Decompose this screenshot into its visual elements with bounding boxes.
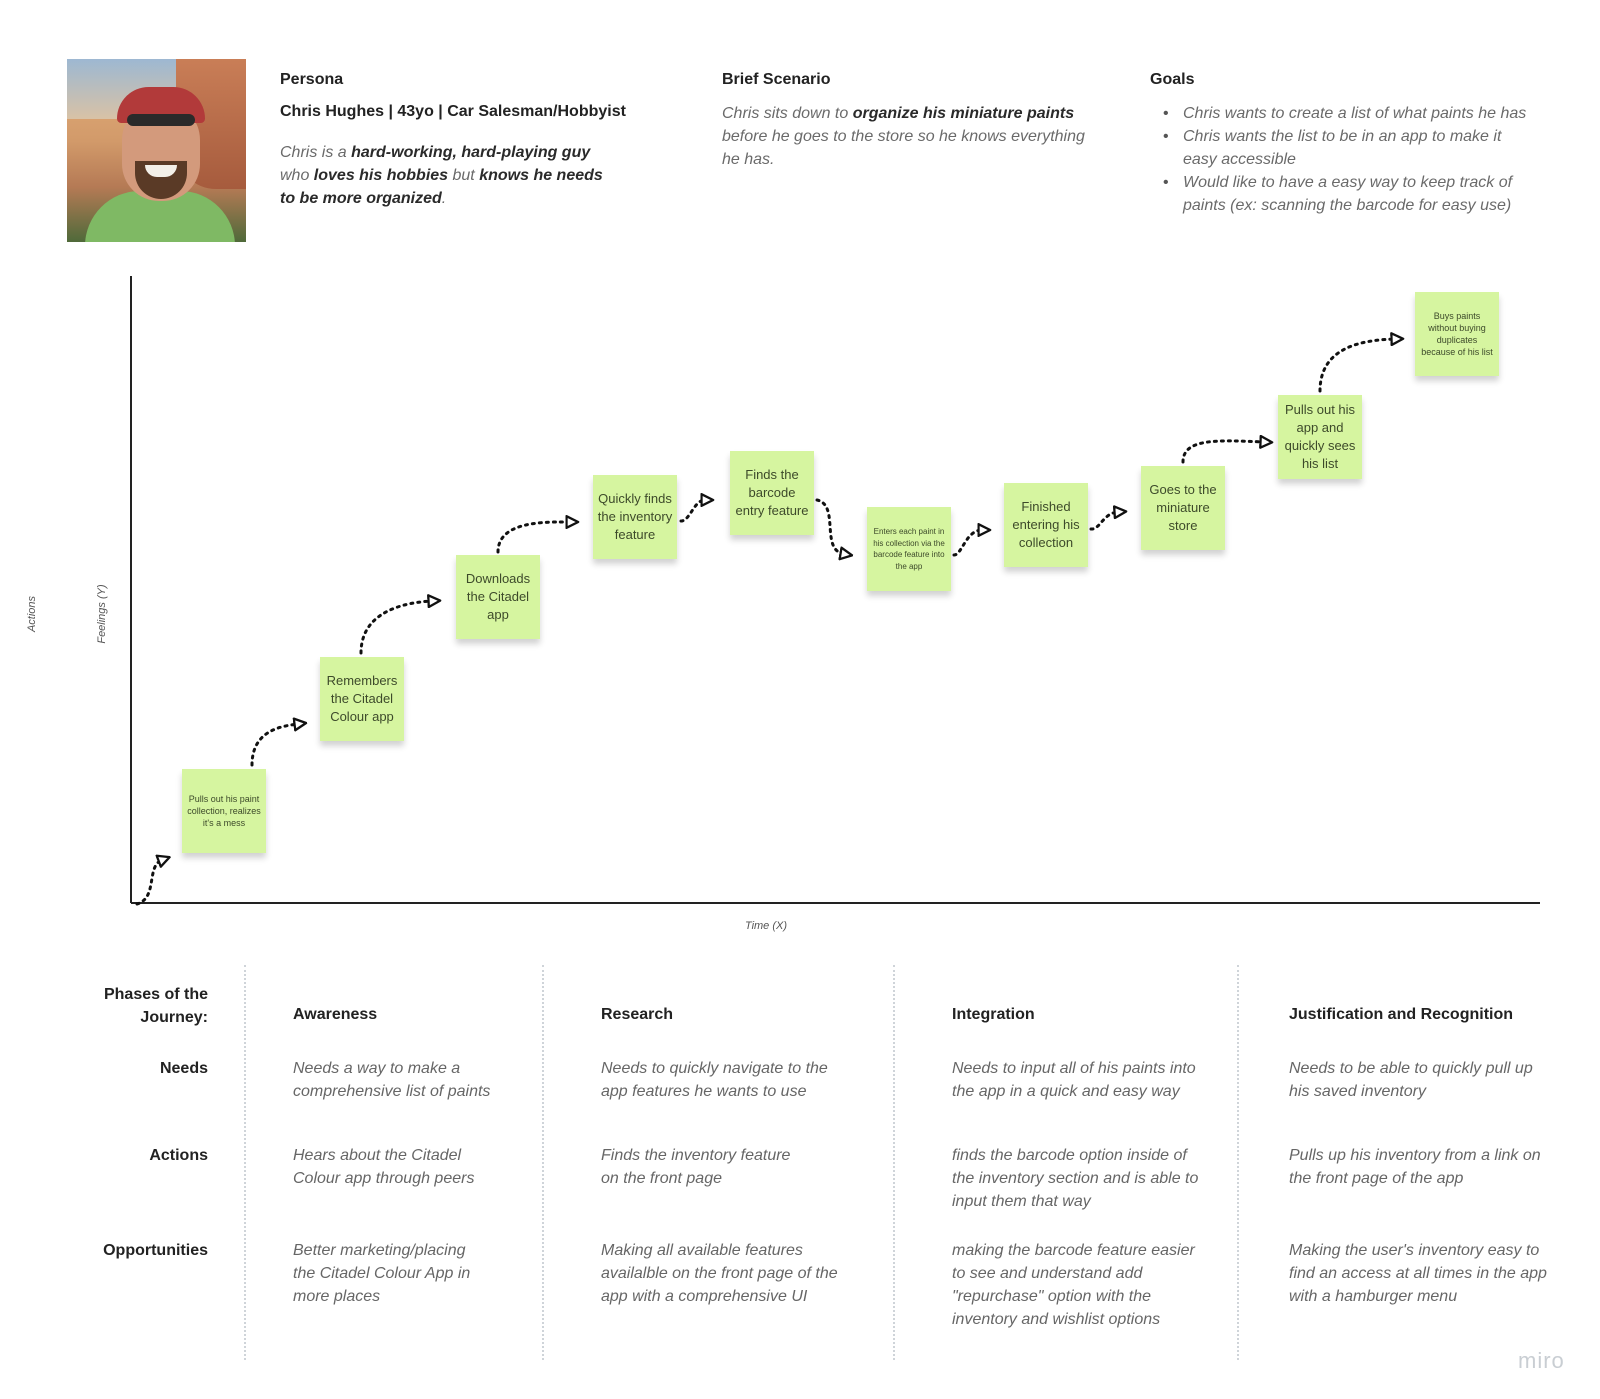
phase-research-title: Research bbox=[601, 1006, 674, 1023]
phase-awareness-opportunities: Better marketing/placing the Citadel Col… bbox=[293, 1242, 471, 1305]
path-arrow bbox=[1318, 332, 1405, 393]
path-arrow bbox=[1089, 505, 1128, 531]
sticky-note[interactable]: Downloads the Citadel app bbox=[456, 555, 540, 639]
path-arrow bbox=[496, 514, 580, 554]
opportunities-label: Opportunities bbox=[103, 1242, 208, 1259]
phase-awareness-needs: Needs a way to make a comprehensive list… bbox=[293, 1060, 491, 1100]
feelings-axis-label: Feelings (Y) bbox=[96, 584, 108, 644]
column-divider bbox=[542, 965, 544, 1360]
actions-axis-label: Actions bbox=[26, 595, 38, 633]
phase-research-opportunities: Making all available features availalble… bbox=[601, 1242, 838, 1305]
path-arrow bbox=[815, 498, 854, 561]
sticky-note[interactable]: Goes to the miniature store bbox=[1141, 466, 1225, 550]
phase-justification-opportunities: Making the user's inventory easy to find… bbox=[1289, 1242, 1547, 1305]
sticky-note[interactable]: Enters each paint in his collection via … bbox=[867, 507, 951, 591]
sticky-note[interactable]: Buys paints without buying duplicates be… bbox=[1415, 292, 1499, 376]
phase-justification-title: Justification and Recognition bbox=[1289, 1006, 1514, 1023]
path-arrow bbox=[250, 717, 308, 767]
phase-awareness-actions: Hears about the Citadel Colour app throu… bbox=[293, 1147, 475, 1187]
sticky-note[interactable]: Remembers the Citadel Colour app bbox=[320, 657, 404, 741]
phase-integration-title: Integration bbox=[952, 1006, 1035, 1023]
phase-integration-opportunities: making the barcode feature easier to see… bbox=[952, 1242, 1195, 1328]
path-arrow bbox=[359, 594, 442, 655]
phase-integration-actions: finds the barcode option inside of the i… bbox=[952, 1147, 1199, 1210]
phase-awareness-title: Awareness bbox=[293, 1006, 378, 1023]
miro-watermark: miro bbox=[1518, 1348, 1565, 1373]
sticky-note[interactable]: Finds the barcode entry feature bbox=[730, 451, 814, 535]
sticky-note[interactable]: Finished entering his collection bbox=[1004, 483, 1088, 567]
phase-research-needs: Needs to quickly navigate to the app fea… bbox=[601, 1060, 828, 1100]
phase-justification-needs: Needs to be able to quickly pull up his … bbox=[1289, 1060, 1533, 1100]
phase-integration-needs: Needs to input all of his paints into th… bbox=[952, 1060, 1196, 1100]
path-arrow bbox=[679, 493, 715, 523]
column-divider bbox=[1237, 965, 1239, 1360]
column-divider bbox=[893, 965, 895, 1360]
path-arrow bbox=[952, 523, 992, 557]
path-arrow bbox=[135, 854, 171, 906]
sticky-note[interactable]: Pulls out his paint collection, realizes… bbox=[182, 769, 266, 853]
time-axis-label: Time (X) bbox=[744, 920, 788, 932]
phase-justification-actions: Pulls up his inventory from a link on th… bbox=[1289, 1147, 1541, 1187]
path-arrow bbox=[1181, 434, 1274, 464]
actions-label: Actions bbox=[149, 1147, 208, 1164]
column-divider bbox=[244, 965, 246, 1360]
phase-research-actions: Finds the inventory feature on the front… bbox=[601, 1147, 791, 1187]
sticky-note[interactable]: Pulls out his app and quickly sees his l… bbox=[1278, 395, 1362, 479]
needs-label: Needs bbox=[159, 1060, 208, 1077]
sticky-note[interactable]: Quickly finds the inventory feature bbox=[593, 475, 677, 559]
phases-label: Phases of the Journey: bbox=[103, 986, 208, 1026]
